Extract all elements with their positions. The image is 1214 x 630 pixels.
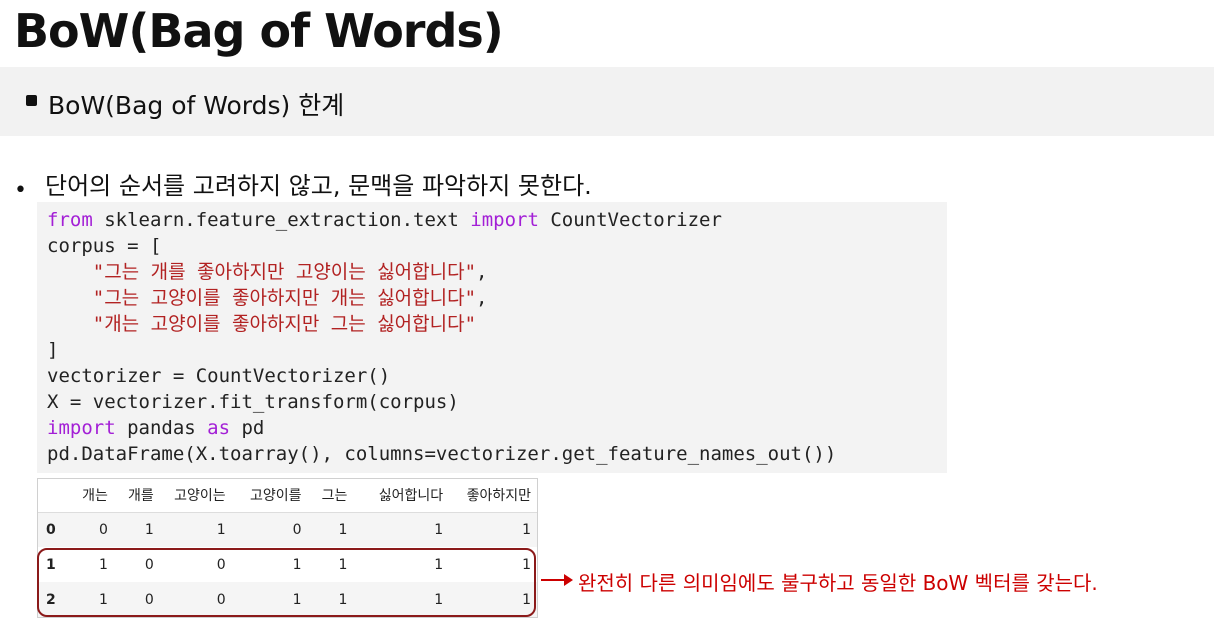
section-band: BoW(Bag of Words) 한계 xyxy=(0,67,1214,136)
code-string: "그는 고양이를 좋아하지만 개는 싫어합니다" xyxy=(92,287,477,309)
code-string: "개는 고양이를 좋아하지만 그는 싫어합니다" xyxy=(92,313,477,335)
code-string: "그는 개를 좋아하지만 고양이는 싫어합니다" xyxy=(92,261,477,283)
table-cell: 1 xyxy=(434,521,444,538)
table-cell: 1 xyxy=(144,521,154,538)
rows-highlight-box xyxy=(37,548,536,617)
table-column-header: 싫어합니다 xyxy=(378,488,444,505)
code-line: "개는 고양이를 좋아하지만 그는 싫어합니다" xyxy=(47,311,937,337)
table-header-row: 개는 개를 고양이는 고양이를 그는 싫어합니다 좋아하지만 xyxy=(38,479,537,512)
code-token: pd xyxy=(230,417,265,439)
code-token: pandas xyxy=(115,417,208,439)
arrow-right-icon xyxy=(564,574,573,586)
code-line: corpus = [ xyxy=(47,233,937,259)
table-row: 0 0 1 1 0 1 1 1 xyxy=(38,512,537,547)
table-cell: 1 xyxy=(216,521,226,538)
arrow-line xyxy=(541,579,566,581)
code-line: vectorizer = CountVectorizer() xyxy=(47,363,937,389)
table-column-header: 개를 xyxy=(128,488,154,505)
code-token: X = vectorizer.fit_transform(corpus) xyxy=(47,391,459,413)
table-column-header xyxy=(38,479,64,512)
code-block: from sklearn.feature_extraction.text imp… xyxy=(37,202,947,473)
code-line: import pandas as pd xyxy=(47,415,937,441)
code-keyword: import xyxy=(47,417,116,439)
code-token: ] xyxy=(47,339,59,361)
table-column-header: 그는 xyxy=(321,488,348,505)
code-token: vectorizer = CountVectorizer() xyxy=(47,365,391,387)
code-line: pd.DataFrame(X.toarray(), columns=vector… xyxy=(47,441,937,467)
table-cell: 0 xyxy=(98,521,108,538)
code-token: sklearn.feature_extraction.text xyxy=(92,209,471,231)
table-column-header: 고양이는 xyxy=(174,488,226,505)
square-bullet-icon xyxy=(26,95,37,106)
code-line: from sklearn.feature_extraction.text imp… xyxy=(47,207,937,233)
code-keyword: as xyxy=(207,417,231,439)
code-token: pd.DataFrame(X.toarray(), columns=vector… xyxy=(47,443,837,465)
code-line: "그는 고양이를 좋아하지만 개는 싫어합니다", xyxy=(47,285,937,311)
annotation-text: 완전히 다른 의미임에도 불구하고 동일한 BoW 벡터를 갖는다. xyxy=(578,571,1098,595)
code-token: corpus = [ xyxy=(47,235,162,257)
table-column-header: 개는 xyxy=(82,488,108,505)
code-token: , xyxy=(476,261,488,283)
table-cell: 1 xyxy=(522,521,531,538)
code-line: ] xyxy=(47,337,937,363)
table-cell: 1 xyxy=(338,521,348,538)
row-index: 0 xyxy=(46,521,56,538)
table-column-header: 좋아하지만 xyxy=(466,488,531,505)
table-cell: 0 xyxy=(292,521,302,538)
code-token: CountVectorizer xyxy=(538,209,722,231)
page-title: BoW(Bag of Words) xyxy=(14,4,504,58)
bullet-icon: • xyxy=(14,178,27,203)
code-line: "그는 개를 좋아하지만 고양이는 싫어합니다", xyxy=(47,259,937,285)
code-line: X = vectorizer.fit_transform(corpus) xyxy=(47,389,937,415)
code-keyword: from xyxy=(47,209,93,231)
code-token: , xyxy=(476,287,488,309)
code-keyword: import xyxy=(470,209,539,231)
section-heading: BoW(Bag of Words) 한계 xyxy=(48,91,345,120)
table-column-header: 고양이를 xyxy=(249,488,302,505)
point-text: 단어의 순서를 고려하지 않고, 문맥을 파악하지 못한다. xyxy=(45,172,592,200)
